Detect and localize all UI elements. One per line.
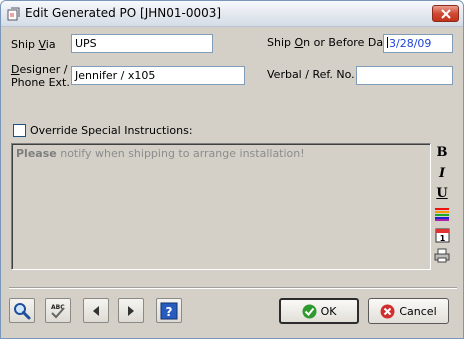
text-color-button[interactable] xyxy=(432,204,452,223)
text-caret xyxy=(387,37,388,48)
previous-button[interactable] xyxy=(83,298,109,323)
designer-label: Designer / xyxy=(11,63,68,76)
underline-button[interactable]: U xyxy=(432,184,452,203)
separator xyxy=(9,287,457,289)
search-button[interactable] xyxy=(9,298,35,323)
app-icon xyxy=(7,7,20,21)
designer-field[interactable]: Jennifer / x105 xyxy=(71,66,245,85)
ship-on-date-field[interactable]: 3/28/09 xyxy=(383,34,453,53)
cancel-label: Cancel xyxy=(399,304,437,318)
close-icon xyxy=(441,9,451,19)
italic-icon: I xyxy=(438,166,446,181)
cancel-icon xyxy=(380,304,395,318)
bold-button[interactable]: B xyxy=(432,143,452,162)
title-bar: Edit Generated PO [JHN01-0003] xyxy=(1,1,463,27)
svg-text:?: ? xyxy=(166,305,173,319)
magnifier-icon xyxy=(14,302,31,319)
bold-icon: B xyxy=(436,145,448,160)
phone-ext-label: Phone Ext. xyxy=(11,76,70,89)
help-button[interactable]: ? xyxy=(156,298,182,323)
arrow-left-icon xyxy=(93,305,99,316)
spell-check-icon: ABC xyxy=(51,304,65,318)
override-checkbox[interactable] xyxy=(13,124,26,137)
close-button[interactable] xyxy=(432,5,459,22)
notes-text: notify when shipping to arrange installa… xyxy=(56,147,305,160)
ship-on-date-label: Ship On or Before Date xyxy=(267,36,395,49)
next-button[interactable] xyxy=(118,298,144,323)
color-palette-icon xyxy=(435,207,449,221)
svg-text:1: 1 xyxy=(439,234,445,243)
ok-button[interactable]: OK xyxy=(279,298,359,324)
printer-icon xyxy=(434,248,450,263)
calendar-icon: 1 xyxy=(435,228,449,243)
ship-via-label: Ship Via xyxy=(11,38,56,51)
ship-via-field[interactable]: UPS xyxy=(71,34,213,53)
arrow-right-icon xyxy=(128,305,134,316)
checkmark-icon xyxy=(302,304,317,318)
insert-date-button[interactable]: 1 xyxy=(432,225,452,244)
help-icon: ? xyxy=(160,302,178,319)
verbal-ref-field[interactable] xyxy=(356,66,453,85)
notes-bold-text: Please xyxy=(16,147,57,160)
override-label: Override Special Instructions: xyxy=(30,124,193,137)
verbal-ref-label: Verbal / Ref. No. xyxy=(267,68,355,81)
ok-label: OK xyxy=(320,304,337,318)
special-instructions-textarea[interactable]: Please notify when shipping to arrange i… xyxy=(11,143,431,270)
edit-po-dialog: Edit Generated PO [JHN01-0003] Ship Via … xyxy=(0,0,464,339)
spell-check-button[interactable]: ABC xyxy=(45,298,71,323)
print-button[interactable] xyxy=(432,246,452,265)
window-title: Edit Generated PO [JHN01-0003] xyxy=(25,6,222,20)
cancel-button[interactable]: Cancel xyxy=(368,298,449,324)
italic-button[interactable]: I xyxy=(432,164,452,183)
underline-icon: U xyxy=(436,186,448,201)
